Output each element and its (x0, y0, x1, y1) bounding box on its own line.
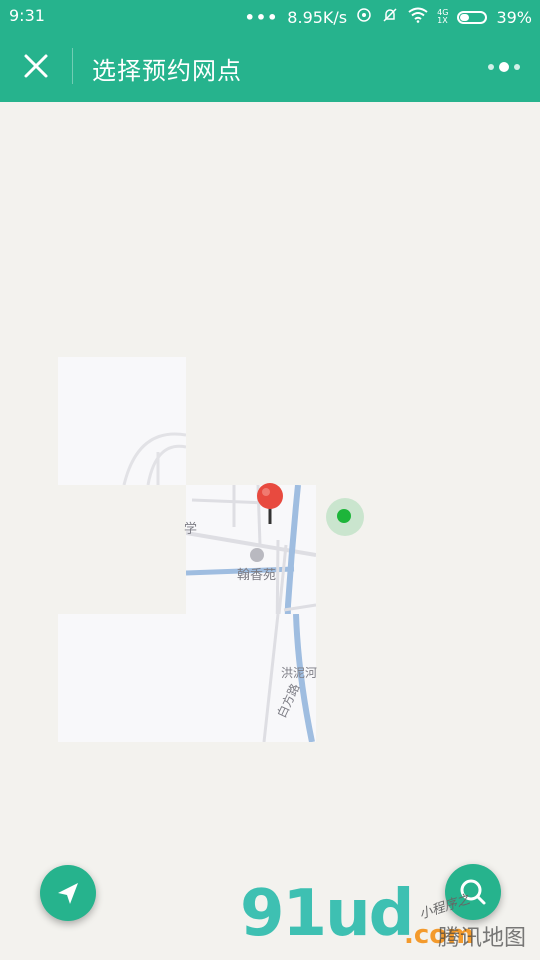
locate-button[interactable] (40, 865, 96, 921)
app-header: 选择预约网点 (0, 33, 540, 102)
navigation-arrow-icon (58, 883, 78, 904)
map-tile (58, 357, 187, 486)
mute-bell-icon (381, 6, 399, 28)
watermark-logo: 91ud (240, 877, 414, 951)
status-dots: ••• (244, 7, 279, 27)
wifi-icon (408, 7, 428, 27)
map-tile-empty (58, 485, 186, 614)
close-icon (24, 54, 48, 78)
current-location-marker (326, 498, 364, 536)
poi-icon (250, 548, 264, 562)
status-right: ••• 8.95K/s 4G 1X 39% (245, 6, 532, 28)
status-bar: 9:31 ••• 8.95K/s 4G 1X 39% (0, 0, 540, 33)
signal-icon: 4G 1X (437, 8, 449, 25)
network-speed: 8.95K/s (287, 7, 348, 27)
more-icon (488, 62, 520, 72)
close-button[interactable] (14, 47, 58, 87)
map-label-river: 洪泥河 (281, 666, 318, 680)
map-label-poi: 翰香苑 (237, 568, 277, 583)
hotspot-icon (356, 7, 372, 27)
map-provider-label: 腾讯地图 (438, 926, 527, 951)
more-button[interactable] (484, 55, 524, 79)
status-time: 9:31 (9, 6, 45, 25)
map-view[interactable]: 学 翰香苑 洪泥河 白方路 (0, 102, 540, 960)
battery-percent: 39% (496, 7, 532, 27)
map-label-left: 学 (184, 522, 198, 537)
battery-icon (457, 10, 488, 24)
header-divider (72, 48, 73, 84)
map-pin[interactable] (256, 482, 284, 526)
page-title: 选择预约网点 (92, 57, 242, 85)
map-tile (58, 613, 316, 743)
